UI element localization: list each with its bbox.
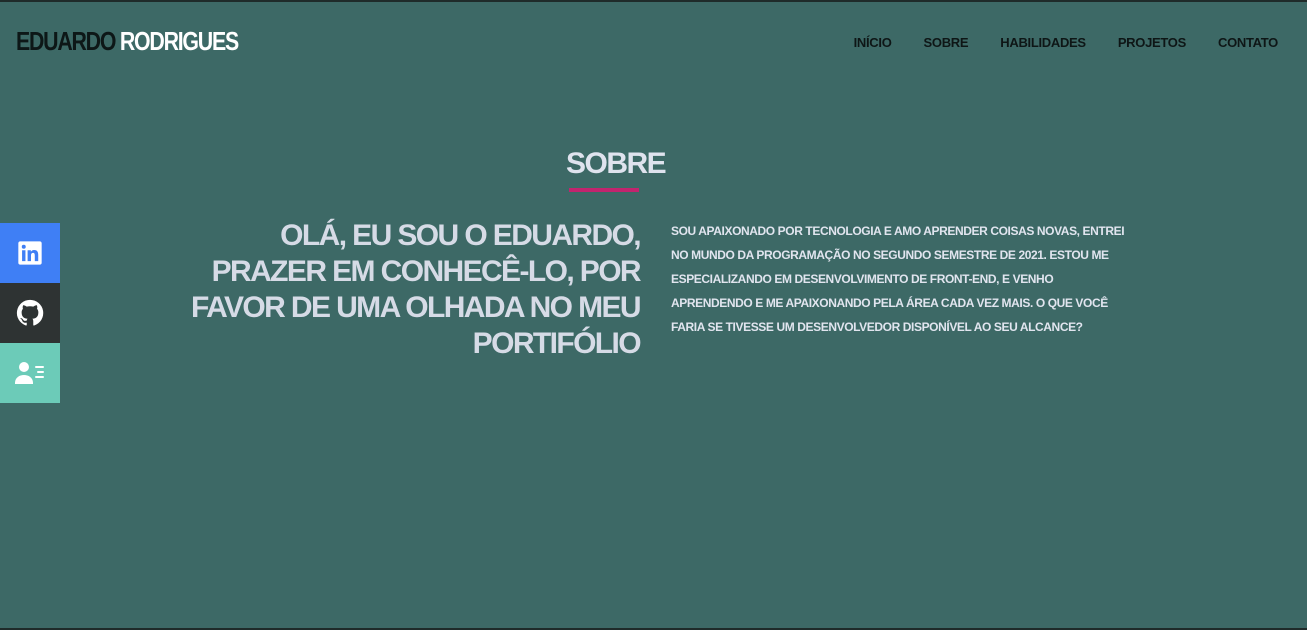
main-nav: INÍCIO SOBRE HABILIDADES PROJETOS CONTAT… bbox=[822, 35, 1279, 51]
section-title: SOBRE bbox=[566, 147, 667, 180]
github-icon bbox=[15, 298, 45, 328]
nav-item-sobre[interactable]: SOBRE bbox=[924, 35, 969, 51]
intro-heading: OLÁ, EU SOU O EDUARDO, PRAZER EM CONHECÊ… bbox=[191, 219, 642, 360]
linkedin-button[interactable] bbox=[0, 223, 60, 283]
site-header: EDUARDO RODRIGUES INÍCIO SOBRE HABILIDAD… bbox=[0, 2, 1307, 84]
linkedin-icon bbox=[16, 239, 44, 267]
nav-item-contato[interactable]: CONTATO bbox=[1218, 35, 1278, 51]
nav-item-habilidades[interactable]: HABILIDADES bbox=[1000, 35, 1086, 51]
nav-item-inicio[interactable]: INÍCIO bbox=[854, 35, 892, 51]
resume-button[interactable] bbox=[0, 343, 60, 403]
resume-icon bbox=[14, 359, 46, 387]
logo-last-name: RODRIGUES bbox=[119, 26, 239, 56]
section-title-underline bbox=[569, 188, 639, 192]
social-sidebar bbox=[0, 223, 60, 403]
about-description: SOU APAIXONADO POR TECNOLOGIA E AMO APRE… bbox=[671, 224, 1125, 334]
nav-item-projetos[interactable]: PROJETOS bbox=[1118, 35, 1186, 51]
site-logo[interactable]: EDUARDO RODRIGUES bbox=[16, 26, 239, 56]
github-button[interactable] bbox=[0, 283, 60, 343]
logo-first-name: EDUARDO bbox=[16, 26, 116, 56]
